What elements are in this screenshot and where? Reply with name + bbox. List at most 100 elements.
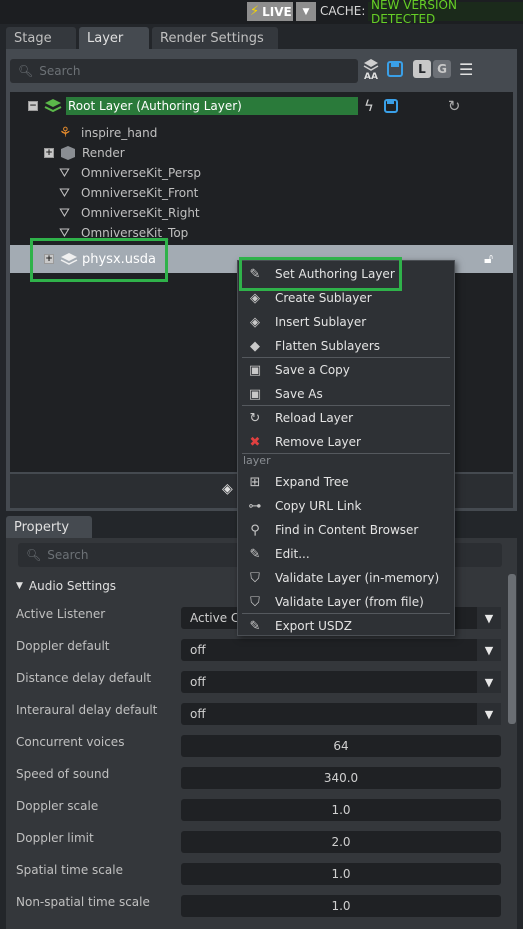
tree-item[interactable]: ⚘ inspire_hand — [10, 123, 513, 143]
search-placeholder: Search — [39, 64, 81, 78]
menu-item-label: Reload Layer — [275, 411, 354, 425]
tree-item-label: inspire_hand — [81, 126, 158, 140]
layer-search[interactable]: 🔍︎ Search — [10, 59, 358, 83]
menu-item-validate-from-file[interactable]: ⛉ Validate Layer (from file) — [238, 590, 454, 614]
chevron-down-icon: ▼ — [477, 671, 501, 693]
shield-icon: ⛉ — [250, 570, 260, 586]
menu-item-remove-layer[interactable]: ✖ Remove Layer — [238, 430, 454, 454]
layers-icon — [44, 99, 62, 113]
spatial-time-scale-field[interactable]: 1.0 — [181, 863, 501, 885]
doppler-default-select[interactable]: off ▼ — [181, 639, 501, 661]
tab-stage[interactable]: Stage — [6, 27, 76, 49]
menu-item-edit[interactable]: ✎ Edit... — [238, 542, 454, 566]
unlock-icon[interactable]: 🔓︎ — [484, 251, 493, 267]
menu-item-label: Copy URL Link — [275, 499, 362, 513]
menu-item-expand-tree[interactable]: ⊞ Expand Tree — [238, 470, 454, 494]
property-scrollbar[interactable] — [508, 574, 516, 724]
chevron-down-icon: ▼ — [477, 703, 501, 725]
property-label: Doppler default — [16, 639, 110, 653]
menu-icon[interactable]: ☰ — [459, 60, 473, 79]
search-placeholder: Search — [47, 548, 89, 562]
doppler-scale-field[interactable]: 1.0 — [181, 799, 501, 821]
menu-item-label: Validate Layer (in-memory) — [275, 571, 440, 585]
concurrent-voices-field[interactable]: 64 — [181, 735, 501, 757]
cache-status[interactable]: NEW VERSION DETECTED — [368, 0, 523, 26]
non-spatial-time-scale-field[interactable]: 1.0 — [181, 895, 501, 917]
save-icon: ▣ — [248, 362, 262, 378]
flatten-icon: ◆ — [250, 338, 260, 354]
menu-item-reload-layer[interactable]: ↻ Reload Layer — [238, 406, 454, 430]
property-label: Interaural delay default — [16, 703, 158, 717]
l-toggle[interactable]: L — [413, 60, 431, 78]
layers-plus-icon: ◈ — [250, 290, 260, 306]
root-layer-label: Root Layer (Authoring Layer) — [66, 97, 358, 115]
tree-item[interactable]: ⛛ OmniverseKit_Front — [10, 183, 513, 203]
root-layer-row[interactable]: − Root Layer (Authoring Layer) ϟ ↻ — [14, 96, 511, 116]
cube-icon — [61, 146, 75, 160]
property-label: Distance delay default — [16, 671, 152, 685]
menu-item-save-a-copy[interactable]: ▣ Save a Copy — [238, 358, 454, 382]
live-button[interactable]: ⚡ LIVE — [247, 2, 293, 21]
menu-item-label: Flatten Sublayers — [275, 339, 380, 353]
section-title: Audio Settings — [28, 579, 117, 593]
camera-icon: ⛛ — [59, 185, 70, 201]
interaural-delay-select[interactable]: off ▼ — [181, 703, 501, 725]
speed-of-sound-field[interactable]: 340.0 — [181, 767, 501, 789]
expand-icon[interactable]: + — [44, 148, 54, 158]
menu-separator — [242, 453, 450, 454]
reload-icon[interactable]: ↻ — [448, 97, 461, 115]
menu-item-label: Edit... — [275, 547, 310, 561]
property-value: off — [190, 707, 206, 721]
menu-item-label: Save a Copy — [275, 363, 350, 377]
tree-item[interactable]: ⛛ OmniverseKit_Right — [10, 203, 513, 223]
chevron-down-icon: ▼ — [16, 581, 23, 591]
menu-item-label: Export USDZ — [275, 619, 352, 633]
distance-delay-select[interactable]: off ▼ — [181, 671, 501, 693]
chevron-down-icon: ▼ — [477, 607, 501, 629]
tree-item[interactable]: ⛛ OmniverseKit_Persp — [10, 163, 513, 183]
sublayer-highlight — [30, 238, 168, 282]
property-label: Speed of sound — [16, 767, 110, 781]
menu-item-flatten-sublayers[interactable]: ◆ Flatten Sublayers — [238, 334, 454, 358]
menu-item-validate-in-memory[interactable]: ⛉ Validate Layer (in-memory) — [238, 566, 454, 590]
pencil-icon: ✎ — [249, 546, 261, 562]
live-dropdown-button[interactable]: ▼ — [296, 2, 316, 21]
property-label: Spatial time scale — [16, 863, 123, 877]
menu-item-find-in-content-browser[interactable]: ⚲ Find in Content Browser — [238, 518, 454, 542]
save-icon[interactable] — [383, 99, 398, 113]
collapse-icon[interactable]: − — [28, 101, 38, 111]
camera-icon: ⛛ — [59, 205, 70, 221]
menu-item-label: Create Sublayer — [275, 291, 372, 305]
shield-icon: ⛉ — [250, 594, 260, 610]
live-label: LIVE — [262, 4, 292, 19]
menu-item-label: Save As — [275, 387, 323, 401]
layers-aa-button[interactable]: AA — [362, 58, 380, 86]
menu-item-export-usdz[interactable]: ✎ Export USDZ — [238, 614, 454, 638]
menu-item-label: Remove Layer — [275, 435, 361, 449]
save-all-button[interactable] — [387, 61, 403, 80]
chevron-down-icon: ▼ — [302, 6, 310, 17]
property-label: Concurrent voices — [16, 735, 125, 749]
tree-item-label: Render — [82, 146, 125, 160]
menu-item-label: Expand Tree — [275, 475, 349, 489]
expand-icon: ⊞ — [249, 474, 261, 490]
tab-property[interactable]: Property — [6, 516, 92, 538]
search-icon: ⚲ — [250, 522, 260, 538]
save-icon: ▣ — [248, 386, 262, 402]
tab-layer[interactable]: Layer — [79, 27, 149, 49]
skeleton-icon: ⚘ — [59, 125, 72, 141]
audio-settings-header[interactable]: ▼ Audio Settings — [16, 579, 116, 593]
menu-item-save-as[interactable]: ▣ Save As — [238, 382, 454, 406]
lightning-icon[interactable]: ϟ — [364, 97, 374, 115]
menu-section-label: layer — [243, 454, 271, 467]
layers-icon[interactable]: ◈ — [222, 481, 233, 497]
menu-item-label: Find in Content Browser — [275, 523, 419, 537]
menu-item-insert-sublayer[interactable]: ◈ Insert Sublayer — [238, 310, 454, 334]
search-icon: 🔍︎ — [18, 64, 34, 78]
doppler-limit-field[interactable]: 2.0 — [181, 831, 501, 853]
tab-render-settings[interactable]: Render Settings — [152, 27, 278, 49]
menu-item-copy-url-link[interactable]: ⊶ Copy URL Link — [238, 494, 454, 518]
chevron-down-icon: ▼ — [477, 639, 501, 661]
tree-item[interactable]: + Render — [10, 143, 513, 163]
g-toggle[interactable]: G — [433, 60, 451, 78]
